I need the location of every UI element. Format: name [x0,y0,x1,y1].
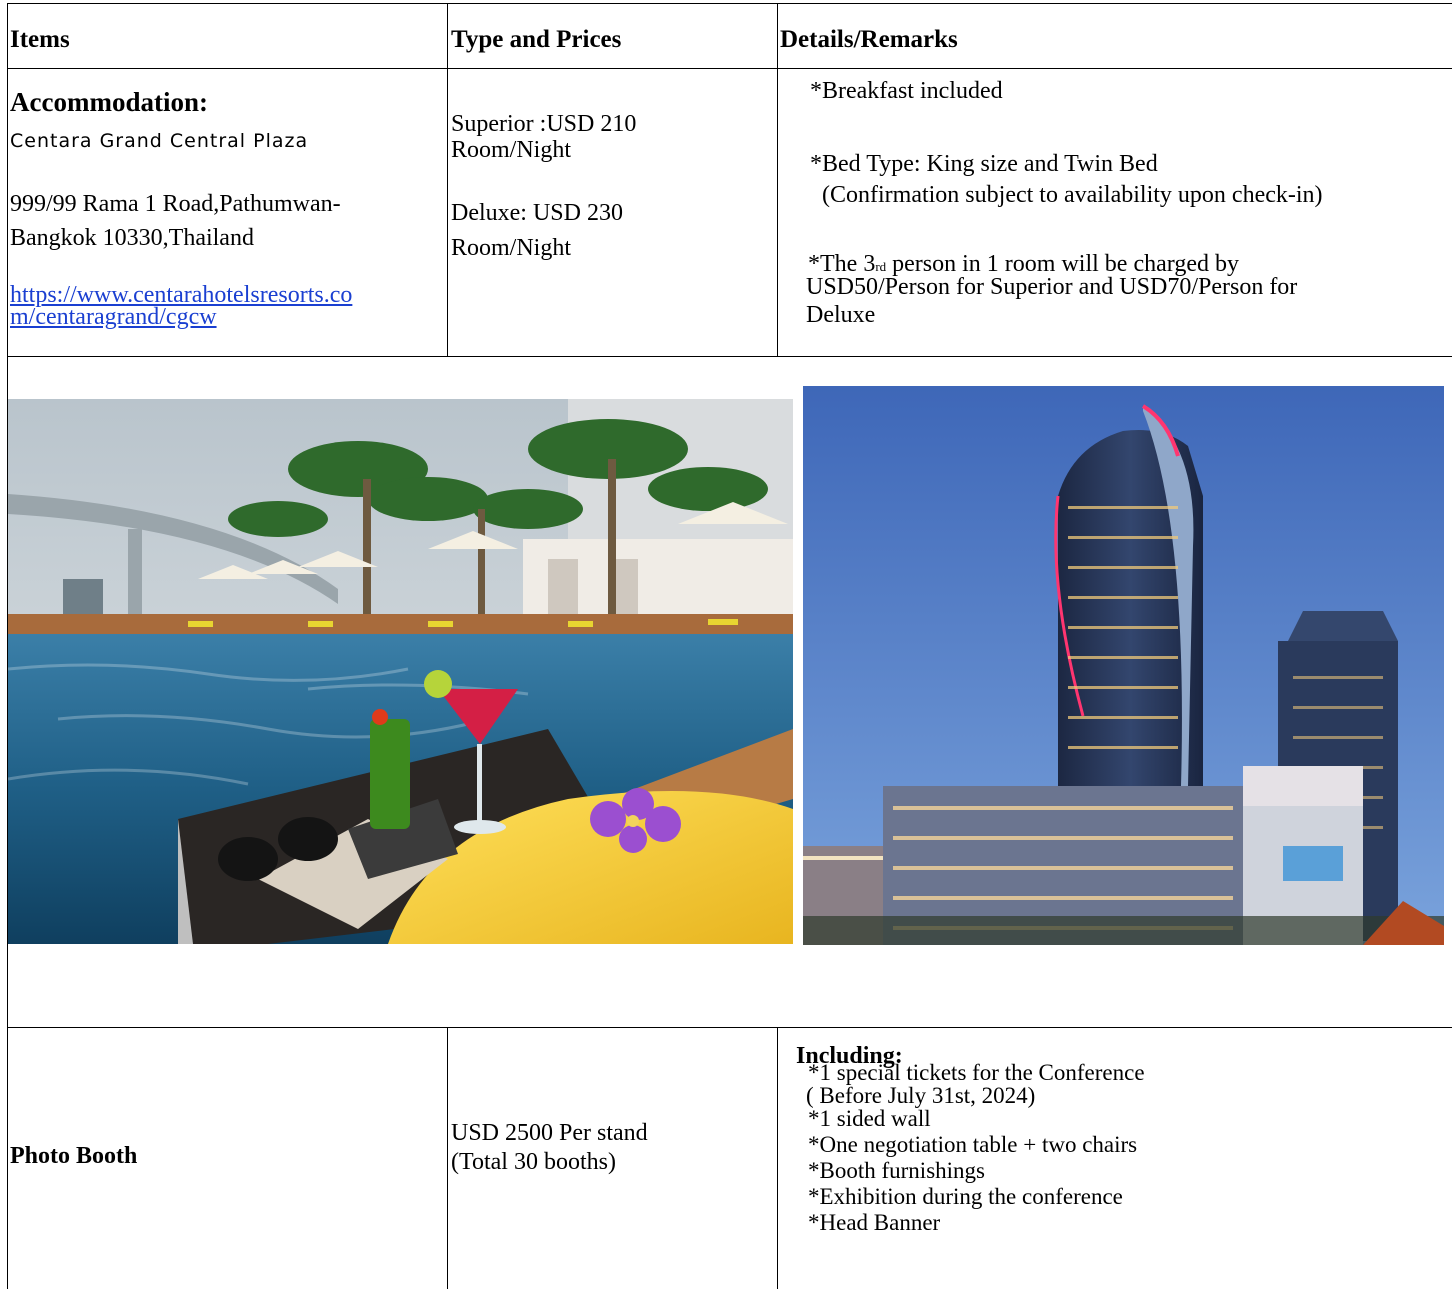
photo-booth-line3: *1 sided wall [808,1106,931,1131]
header-type-prices: Type and Prices [451,26,622,53]
rooftop-pool-photo [8,399,793,944]
hotel-tower-photo [803,386,1444,945]
remark-bed-type: *Bed Type: King size and Twin Bed [810,151,1158,177]
photo-booth-item: Photo Booth [10,1143,138,1169]
column-divider-1-lower [447,1027,448,1289]
deluxe-unit: Room/Night [451,235,572,261]
table-top-border [7,3,1452,4]
photo-booth-line6: *Exhibition during the conference [808,1184,1123,1209]
remark-bed-confirmation: (Confirmation subject to availability up… [822,182,1323,208]
superior-price: Superior :USD 210 [451,111,637,137]
photo-booth-line2: ( Before July 31st, 2024) [806,1083,1036,1108]
column-divider-1 [447,3,448,356]
photo-booth-line7: *Head Banner [808,1210,941,1235]
accommodation-row-border [7,356,1452,357]
photo-booth-line5: *Booth furnishings [808,1158,985,1183]
hotel-address-line2: Bangkok 10330,Thailand [10,225,254,251]
remark-third-person-line2: USD50/Person for Superior and USD70/Pers… [806,274,1298,300]
header-details: Details/Remarks [780,26,958,53]
photo-booth-line4: *One negotiation table + two chairs [808,1132,1138,1157]
column-divider-2 [777,3,778,356]
hotel-address-line1: 999/99 Rama 1 Road,Pathumwan- [10,191,341,217]
header-row-border [7,68,1452,69]
hotel-website-link-line2[interactable]: m/centaragrand/cgcw [10,304,217,330]
deluxe-price: Deluxe: USD 230 [451,200,623,226]
column-divider-2-lower [777,1027,778,1289]
accommodation-title: Accommodation: [10,87,208,117]
remark-breakfast: *Breakfast included [810,78,1003,104]
superior-unit: Room/Night [451,137,572,163]
remark-third-person-line3: Deluxe [806,302,876,328]
photo-booth-total: (Total 30 booths) [451,1149,616,1175]
hotel-name: Centara Grand Central Plaza [10,130,309,152]
header-items: Items [10,26,70,53]
photo-booth-line1: *1 special tickets for the Conference [808,1060,1145,1085]
photo-booth-price: USD 2500 Per stand [451,1120,648,1146]
photo-row-border [7,1027,1452,1028]
